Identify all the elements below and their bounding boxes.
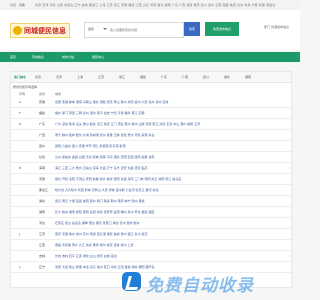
table-row: A 安徽 合肥 芜湖 蚌埠 淮南 马鞍山 淮北 铜陵 安庆 黄山 滁州 阜阳 宿… (11, 97, 291, 108)
table-row: 吉林 长春 吉林 四平 辽源 通化 白山 松原 白城 延边 (11, 251, 291, 262)
top-bar-city-list[interactable]: 北京 天津 河北 山西 内蒙古 辽宁 吉林 黑龙江 上海 江苏 浙江 安徽 福建… (35, 3, 290, 7)
tab-city[interactable]: 湖南 (245, 75, 251, 79)
column-header-letter: 字母 (19, 92, 26, 96)
row-province[interactable]: 甘肃 (39, 155, 45, 159)
table-row: 河南 郑州 开封 洛阳 平顶山 安阳 鹤壁 新乡 焦作 濮阳 许昌 漯河 三门峡… (11, 174, 291, 185)
search-category-select[interactable]: 最新 (88, 27, 94, 31)
search-box: 最新 (84, 22, 184, 38)
row-cities[interactable]: 合肥 芜湖 蚌埠 淮南 马鞍山 淮北 铜陵 安庆 黄山 滁州 阜阳 宿州 六安 … (55, 100, 285, 104)
panel-subtitle: 按省份首字母选择 (13, 85, 38, 89)
table-row: H 海南 海口 三亚 三沙 儋州 五指山 琼海 文昌 万宁 东方 定安 屯昌 澄… (11, 163, 291, 174)
watermark-logo-icon (122, 272, 141, 291)
header-right-link[interactable]: 厦门·风潮发布信息 (253, 25, 289, 29)
tab-city[interactable]: 广东 (161, 75, 167, 79)
table-row: 江西 南昌 景德镇 萍乡 九江 新余 鹰潭 赣州 吉安 宜春 抚州 上饶 (11, 240, 291, 251)
post-info-button[interactable]: 免费发布信息 (205, 22, 239, 36)
row-province[interactable]: 广东 (39, 122, 45, 126)
row-cities[interactable]: 南宁 柳州 桂林 梧州 北海 防城港 钦州 贵港 玉林 百色 贺州 河池 来宾 … (55, 133, 285, 137)
tab-city[interactable]: 湖北 (224, 75, 230, 79)
row-province[interactable]: 河南 (39, 177, 45, 181)
table-row: 黑龙江 哈尔滨 齐齐哈尔 鸡西 鹤岗 双鸭山 大庆 伊春 佳木斯 七台河 牡丹江… (11, 185, 291, 196)
row-province[interactable]: 海南 (39, 166, 45, 170)
table-row: J 江苏 南京 无锡 徐州 常州 苏州 南通 连云港 淮安 盐城 扬州 镇江 泰… (11, 229, 291, 240)
table-row: 河北 石家庄 唐山 秦皇岛 邯郸 邢台 保定 张家口 承德 沧州 廊坊 衡水 (11, 218, 291, 229)
column-header-province: 省份 (39, 92, 46, 96)
table-row: 广西 南宁 柳州 桂林 梧州 北海 防城港 钦州 贵港 玉林 百色 贺州 河池 … (11, 130, 291, 141)
row-cities[interactable]: 沈阳 大连 鞍山 抚顺 本溪 丹东 锦州 营口 阜新 辽阳 盘锦 铁岭 朝阳 葫… (55, 265, 285, 269)
tab-city[interactable]: 四川 (203, 75, 209, 79)
tab-city[interactable]: 浙江 (119, 75, 125, 79)
row-province[interactable]: 广西 (39, 133, 45, 137)
column-header-cities: 城市 (55, 92, 62, 96)
row-letter: H (19, 166, 22, 170)
row-province[interactable]: 贵州 (39, 144, 45, 148)
row-letter: L (19, 265, 21, 269)
row-province[interactable]: 湖北 (39, 199, 45, 203)
row-cities[interactable]: 武汉 黄石 十堰 宜昌 襄阳 鄂州 荆门 孝感 荆州 黄冈 咸宁 随州 恩施 (55, 199, 285, 203)
tab-city[interactable]: 江苏 (98, 75, 104, 79)
city-panel: 热门城市 北京 天津 上海 江苏 浙江 福建 广东 广西 四川 湖北 湖南 按省… (10, 71, 292, 288)
row-cities[interactable]: 海口 三亚 三沙 儋州 五指山 琼海 文昌 万宁 东方 定安 屯昌 澄迈 临高 (55, 166, 285, 170)
tab-city[interactable]: 北京 (35, 75, 41, 79)
tab-city[interactable]: 上海 (77, 75, 83, 79)
row-province[interactable]: 吉林 (39, 254, 45, 258)
row-province[interactable]: 福建 (39, 111, 45, 115)
watermark: 免费自动收录 (120, 271, 290, 296)
row-cities[interactable]: 哈尔滨 齐齐哈尔 鸡西 鹤岗 双鸭山 大庆 伊春 佳木斯 七台河 牡丹江 黑河 … (55, 188, 285, 192)
search-input[interactable] (108, 24, 184, 36)
row-cities[interactable]: 长春 吉林 四平 辽源 通化 白山 松原 白城 延边 (55, 254, 285, 258)
row-province[interactable]: 辽宁 (39, 265, 45, 269)
row-letter: A (19, 100, 22, 104)
row-province[interactable]: 安徽 (39, 100, 45, 104)
row-province[interactable]: 黑龙江 (39, 188, 48, 192)
table-row: 贵州 贵阳 六盘水 遵义 安顺 毕节 铜仁 黔西南 黔东南 黔南 (11, 141, 291, 152)
nav-item-city-sites[interactable]: 城市分站 (62, 55, 74, 59)
row-cities[interactable]: 兰州 嘉峪关 金昌 白银 天水 武威 张掖 平凉 酒泉 庆阳 定西 陇南 临夏 … (55, 155, 285, 159)
tab-city[interactable]: 福建 (140, 75, 146, 79)
tab-city[interactable]: 广西 (182, 75, 188, 79)
row-letter: F (19, 111, 21, 115)
row-province[interactable]: 江苏 (39, 232, 45, 236)
row-province[interactable]: 湖南 (39, 210, 45, 214)
table-row: 甘肃 兰州 嘉峪关 金昌 白银 天水 武威 张掖 平凉 酒泉 庆阳 定西 陇南 … (11, 152, 291, 163)
table-row: F 福建 福州 厦门 莆田 三明 泉州 漳州 南平 龙岩 宁德 平潭 福清 晋江… (11, 108, 291, 119)
row-cities[interactable]: 南京 无锡 徐州 常州 苏州 南通 连云港 淮安 盐城 扬州 镇江 泰州 宿迁 (55, 232, 285, 236)
row-province[interactable]: 河北 (39, 221, 45, 225)
row-cities[interactable]: 长沙 株洲 湘潭 衡阳 邵阳 岳阳 常德 张家界 益阳 郴州 永州 怀化 娄底 … (55, 210, 285, 214)
table-row: 湖北 武汉 黄石 十堰 宜昌 襄阳 鄂州 荆门 孝感 荆州 黄冈 咸宁 随州 恩… (11, 196, 291, 207)
row-cities[interactable]: 福州 厦门 莆田 三明 泉州 漳州 南平 龙岩 宁德 平潭 福清 晋江 石狮 (55, 111, 285, 115)
main-nav: 首页 同城信息 城市分站 便民中心 (0, 52, 300, 62)
nav-item-service-center[interactable]: 便民中心 (92, 55, 104, 59)
city-tabs: 热门城市 北京 天津 上海 江苏 浙江 福建 广东 广西 四川 湖北 湖南 (11, 72, 291, 83)
chevron-down-icon (103, 28, 107, 30)
row-letter: J (19, 232, 20, 236)
tab-hot-cities[interactable]: 热门城市 (14, 75, 26, 79)
logo-icon (13, 26, 22, 35)
site-logo[interactable]: 同城便民信息 (10, 23, 70, 38)
logo-text: 同城便民信息 (24, 27, 66, 35)
tab-city[interactable]: 天津 (56, 75, 62, 79)
row-cities[interactable]: 广州 深圳 珠海 汕头 佛山 韶关 湛江 肇庆 江门 茂名 惠州 梅州 汕尾 河… (55, 122, 285, 126)
row-cities[interactable]: 石家庄 唐山 秦皇岛 邯郸 邢台 保定 张家口 承德 沧州 廊坊 衡水 (55, 221, 285, 225)
table-row: 湖南 长沙 株洲 湘潭 衡阳 邵阳 岳阳 常德 张家界 益阳 郴州 永州 怀化 … (11, 207, 291, 218)
search-button[interactable]: 搜索 (184, 22, 200, 36)
row-cities[interactable]: 郑州 开封 洛阳 平顶山 安阳 鹤壁 新乡 焦作 濮阳 许昌 漯河 三门峡 南阳… (55, 177, 285, 181)
watermark-text: 免费自动收录 (146, 276, 254, 296)
row-cities[interactable]: 南昌 景德镇 萍乡 九江 新余 鹰潭 赣州 吉安 宜春 抚州 上饶 (55, 243, 285, 247)
top-bar-left[interactable]: 今日 · 切换 (10, 3, 25, 7)
row-province[interactable]: 江西 (39, 243, 45, 247)
nav-item-home[interactable]: 首页 (10, 55, 16, 59)
row-cities[interactable]: 贵阳 六盘水 遵义 安顺 毕节 铜仁 黔西南 黔东南 黔南 (55, 144, 285, 148)
nav-item-local-info[interactable]: 同城信息 (32, 55, 44, 59)
row-letter: G (19, 122, 22, 126)
table-row: G 广东 广州 深圳 珠海 汕头 佛山 韶关 湛江 肇庆 江门 茂名 惠州 梅州… (11, 119, 291, 130)
